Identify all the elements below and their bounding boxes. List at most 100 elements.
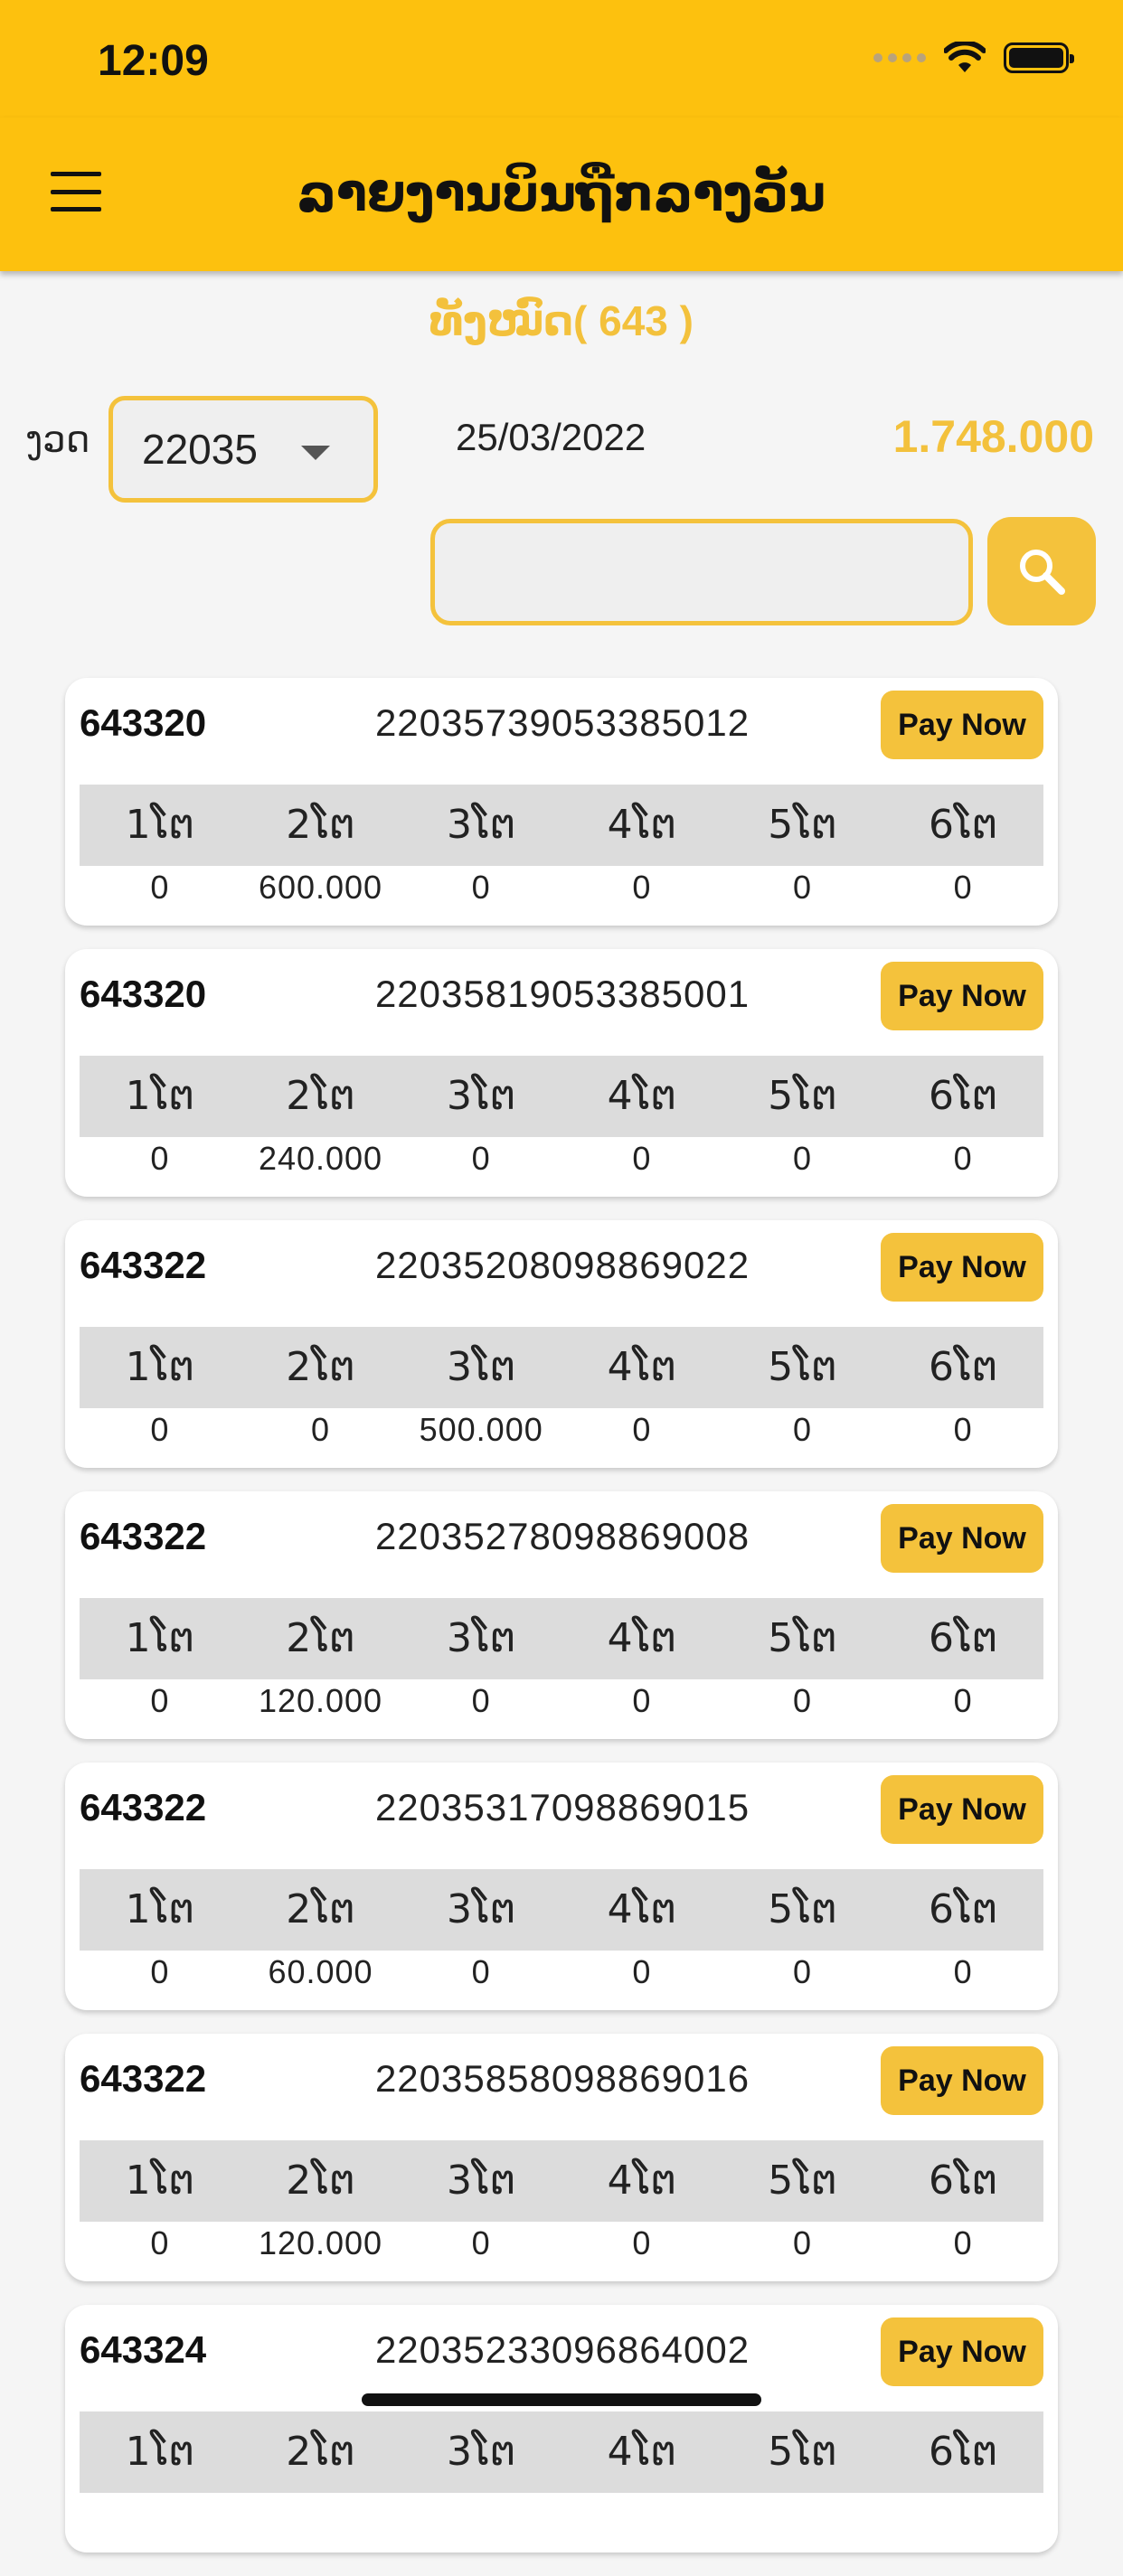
prize-value-cell: 0 xyxy=(150,1140,170,1177)
prize-header-cell: 6ໂຕ xyxy=(928,1073,998,1119)
prize-value-cell: 0 xyxy=(471,2224,491,2261)
battery-icon xyxy=(1004,42,1074,73)
ticket-code: 643320 xyxy=(80,701,207,744)
prize-header-cell: 1ໂຕ xyxy=(125,1886,195,1932)
ticket-code: 643322 xyxy=(80,1786,207,1829)
prize-value-cell: 0 xyxy=(793,1953,813,1990)
prize-header-row: 1ໂຕ 2ໂຕ 3ໂຕ 4ໂຕ 5ໂຕ 6ໂຕ xyxy=(80,1869,1043,1951)
prize-value-cell: 0 xyxy=(953,2224,973,2261)
prize-header-cell: 5ໂຕ xyxy=(768,2158,837,2204)
app-bar: ລາຍງານບິນຖືກລາງວັນ xyxy=(0,118,1123,271)
ticket-code: 643320 xyxy=(80,973,207,1015)
ticket-list: 643320 22035739053385012 Pay Now 1ໂຕ 2ໂຕ 3ໂຕ 4… xyxy=(65,678,1058,2576)
prize-header-cell: 4ໂຕ xyxy=(607,802,677,848)
prize-value-row: 0 600.000 0 0 0 0 xyxy=(80,868,1043,913)
prize-value-cell: 0 xyxy=(471,1140,491,1177)
prize-header-cell: 4ໂຕ xyxy=(607,2429,677,2475)
dropdown-arrow-icon xyxy=(301,446,330,460)
prize-header-cell: 1ໂຕ xyxy=(125,1344,195,1390)
pay-now-button[interactable]: Pay Now xyxy=(881,1233,1043,1302)
total-amount: 1.748.000 xyxy=(892,411,1094,462)
prize-value-cell xyxy=(401,2495,562,2540)
ticket-card: 643322 22035278098869008 Pay Now 1ໂຕ 2ໂຕ 3ໂຕ 4… xyxy=(65,1491,1058,1739)
prize-header-cell: 5ໂຕ xyxy=(768,1344,837,1390)
pay-now-button[interactable]: Pay Now xyxy=(881,1775,1043,1844)
prize-header-cell: 2ໂຕ xyxy=(286,2429,355,2475)
status-icons xyxy=(873,42,1074,74)
prize-header-cell: 2ໂຕ xyxy=(286,1073,355,1119)
prize-value-cell: 0 xyxy=(471,1682,491,1719)
prize-value-cell: 0 xyxy=(953,1140,973,1177)
draw-select[interactable]: 22035 xyxy=(109,396,378,503)
prize-value-cell: 0 xyxy=(150,1411,170,1448)
date-display: 25/03/2022 xyxy=(456,416,646,458)
prize-header-row: 1ໂຕ 2ໂຕ 3ໂຕ 4ໂຕ 5ໂຕ 6ໂຕ xyxy=(80,2411,1043,2493)
prize-header-cell: 1ໂຕ xyxy=(125,1615,195,1661)
prize-header-cell: 1ໂຕ xyxy=(125,2429,195,2475)
prize-value-cell xyxy=(80,2495,241,2540)
pay-now-button[interactable]: Pay Now xyxy=(881,691,1043,759)
prize-value-cell: 0 xyxy=(632,1411,652,1448)
prize-header-cell: 1ໂຕ xyxy=(125,2158,195,2204)
prize-header-cell: 6ໂຕ xyxy=(928,2158,998,2204)
prize-header-cell: 6ໂຕ xyxy=(928,1344,998,1390)
prize-header-cell: 4ໂຕ xyxy=(607,1073,677,1119)
prize-value-cell: 60.000 xyxy=(268,1953,373,1990)
prize-header-cell: 2ໂຕ xyxy=(286,1886,355,1932)
prize-header-cell: 6ໂຕ xyxy=(928,2429,998,2475)
ticket-number: 22035819053385001 xyxy=(374,973,750,1015)
ticket-code: 643322 xyxy=(80,1244,207,1286)
prize-header-cell: 3ໂຕ xyxy=(446,1344,516,1390)
prize-header-cell: 5ໂຕ xyxy=(768,2429,837,2475)
ticket-number: 22035233096864002 xyxy=(374,2328,750,2371)
prize-value-cell: 0 xyxy=(310,1411,331,1448)
prize-header-cell: 4ໂຕ xyxy=(607,2158,677,2204)
ticket-number: 22035858098869016 xyxy=(374,2057,750,2100)
prize-value-cell: 0 xyxy=(953,1682,973,1719)
wifi-icon xyxy=(944,42,986,72)
prize-value-cell: 0 xyxy=(471,1953,491,1990)
prize-header-cell: 5ໂຕ xyxy=(768,802,837,848)
ticket-number: 22035208098869022 xyxy=(374,1244,750,1286)
draw-select-value: 22035 xyxy=(142,426,258,473)
pay-now-button[interactable]: Pay Now xyxy=(881,2317,1043,2386)
prize-header-row: 1ໂຕ 2ໂຕ 3ໂຕ 4ໂຕ 5ໂຕ 6ໂຕ xyxy=(80,785,1043,866)
prize-value-cell: 0 xyxy=(150,2224,170,2261)
prize-value-cell: 0 xyxy=(953,1411,973,1448)
prize-value-cell: 0 xyxy=(150,869,170,906)
prize-header-cell: 4ໂຕ xyxy=(607,1344,677,1390)
search-input[interactable] xyxy=(430,519,973,625)
ticket-card: 643322 22035208098869022 Pay Now 1ໂຕ 2ໂຕ 3ໂຕ 4… xyxy=(65,1220,1058,1468)
pay-now-button[interactable]: Pay Now xyxy=(881,962,1043,1030)
prize-value-cell: 500.000 xyxy=(419,1411,543,1448)
prize-header-cell: 3ໂຕ xyxy=(446,802,516,848)
ticket-card: 643322 22035858098869016 Pay Now 1ໂຕ 2ໂຕ 3ໂຕ 4… xyxy=(65,2034,1058,2281)
pay-now-button[interactable]: Pay Now xyxy=(881,1504,1043,1573)
prize-value-cell: 240.000 xyxy=(258,1140,383,1177)
prize-value-row: 0 120.000 0 0 0 0 xyxy=(80,2223,1043,2269)
prize-value-cell xyxy=(562,2495,722,2540)
search-button[interactable] xyxy=(987,517,1096,625)
prize-header-cell: 6ໂຕ xyxy=(928,1615,998,1661)
prize-value-cell: 120.000 xyxy=(258,1682,383,1719)
prize-header-cell: 5ໂຕ xyxy=(768,1615,837,1661)
prize-header-cell: 3ໂຕ xyxy=(446,1073,516,1119)
prize-header-cell: 5ໂຕ xyxy=(768,1886,837,1932)
prize-header-cell: 4ໂຕ xyxy=(607,1615,677,1661)
prize-header-cell: 2ໂຕ xyxy=(286,2158,355,2204)
prize-header-cell: 1ໂຕ xyxy=(125,802,195,848)
prize-header-cell: 6ໂຕ xyxy=(928,802,998,848)
ticket-card: 643324 22035233096864002 Pay Now 1ໂຕ 2ໂຕ 3ໂຕ 4… xyxy=(65,2305,1058,2552)
prize-header-cell: 3ໂຕ xyxy=(446,1886,516,1932)
prize-header-row: 1ໂຕ 2ໂຕ 3ໂຕ 4ໂຕ 5ໂຕ 6ໂຕ xyxy=(80,1598,1043,1679)
prize-value-cell: 0 xyxy=(793,1140,813,1177)
status-bar: 12:09 xyxy=(0,0,1123,118)
prize-header-cell: 3ໂຕ xyxy=(446,1615,516,1661)
draw-label: ງວດ xyxy=(25,420,90,460)
prize-header-row: 1ໂຕ 2ໂຕ 3ໂຕ 4ໂຕ 5ໂຕ 6ໂຕ xyxy=(80,1327,1043,1408)
prize-value-cell: 0 xyxy=(793,869,813,906)
pay-now-button[interactable]: Pay Now xyxy=(881,2046,1043,2115)
prize-header-cell: 2ໂຕ xyxy=(286,1615,355,1661)
home-indicator xyxy=(362,2393,761,2406)
ticket-code: 643324 xyxy=(80,2328,207,2371)
